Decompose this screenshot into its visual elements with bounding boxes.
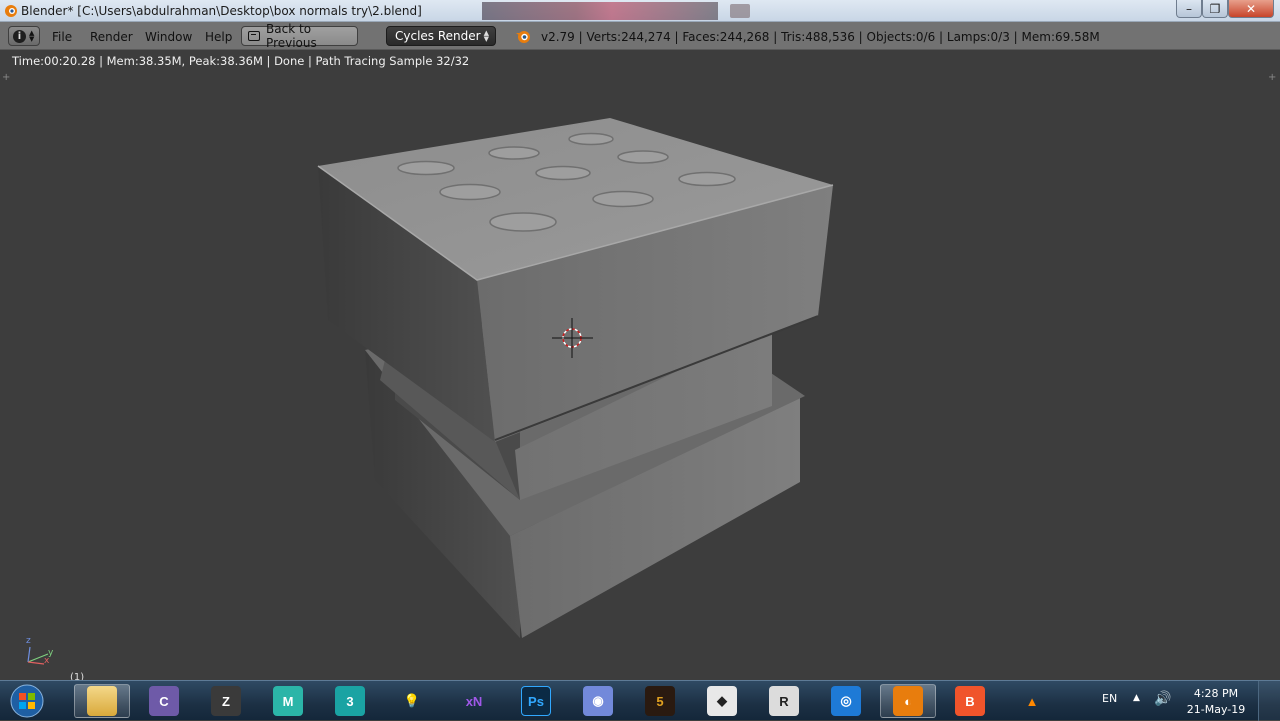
chevron-updown-icon: ▲ ▼ [483,29,489,43]
back-to-previous-label: Back to Previous [266,22,317,50]
warframe-icon: ◆ [707,686,737,716]
updown-arrows-icon: ▲ ▼ [29,29,35,43]
menu-render[interactable]: Render [90,30,133,44]
axis-label-x: x [44,656,50,666]
taskbar-app-button[interactable]: 5 [632,684,688,718]
taskbar-app-button[interactable]: R [756,684,812,718]
scene-statistics: v2.79 | Verts:244,274 | Faces:244,268 | … [541,30,1100,44]
taskbar-app-button[interactable]: ◐ [880,684,936,718]
blender-logo-icon [516,31,530,43]
taskbar-app-button[interactable]: 3 [322,684,378,718]
discord-icon: ◉ [583,686,613,716]
taskbar-app-button[interactable] [74,684,130,718]
maya-icon: M [273,686,303,716]
menu-help[interactable]: Help [205,30,232,44]
render-viewport[interactable]: Time:00:20.28 | Mem:38.35M, Peak:38.36M … [0,50,1280,683]
taskbar-app-button[interactable]: ◉ [570,684,626,718]
vlc-icon: ▲ [1025,693,1039,709]
taskbar-app-button[interactable]: Ps [508,684,564,718]
axis-label-z: z [26,636,31,646]
info-icon: i [13,29,26,43]
blender-app-icon [5,5,17,17]
obs-icon: R [769,686,799,716]
render-engine-select[interactable]: Cycles Render ▲ ▼ [386,26,496,46]
menu-window[interactable]: Window [145,30,192,44]
volume-icon[interactable]: 🔊 [1154,691,1171,707]
maximize-button[interactable]: ❐ [1202,0,1228,18]
start-button[interactable] [4,683,50,719]
window-title: Blender* [C:\Users\abdulrahman\Desktop\b… [21,4,422,18]
background-window-thumbnail [730,4,750,18]
minimize-button[interactable]: – [1176,0,1202,18]
clock-date: 21-May-19 [1186,703,1246,716]
back-icon [248,31,261,41]
taskbar-app-button[interactable]: Z [198,684,254,718]
lightbulb-icon: 💡 [403,693,421,708]
taskbar-app-button[interactable]: C [136,684,192,718]
rendered-box-model [27,118,834,665]
taskbar-app-button[interactable]: B [942,684,998,718]
area-split-corner-icon[interactable]: + [2,72,10,83]
info-header: i ▲ ▼ File Render Window Help Back to Pre… [0,22,1280,50]
window-titlebar: Blender* [C:\Users\abdulrahman\Desktop\b… [0,0,1280,22]
zbrush-icon: Z [211,686,241,716]
taskbar-app-button[interactable]: ◆ [694,684,750,718]
menu-file[interactable]: File [52,30,72,44]
show-desktop-button[interactable] [1258,681,1280,721]
render-status-info: Time:00:20.28 | Mem:38.35M, Peak:38.36M … [12,54,470,68]
tray-expand-icon[interactable]: ▲ [1133,693,1140,703]
3dsmax-icon: 3 [335,686,365,716]
xnormal-icon: xN [465,693,483,709]
language-indicator[interactable]: EN [1102,692,1117,705]
file-explorer-icon [87,686,117,716]
area-split-corner-icon[interactable]: + [1268,72,1276,83]
taskbar-app-button[interactable]: ▲ [1004,684,1060,718]
photos-icon: ◎ [831,686,861,716]
taskbar-clock[interactable]: 4:28 PM 21-May-19 [1180,686,1252,718]
taskbar-app-button[interactable]: ◎ [818,684,874,718]
editor-type-button[interactable]: i ▲ ▼ [8,26,40,46]
game-launcher-icon: 5 [645,686,675,716]
background-window-thumbnail [482,2,718,20]
taskbar-app-button[interactable]: xN [446,684,502,718]
blender-icon: ◐ [893,686,923,716]
windows-taskbar: C Z M 3 💡 xN Ps ◉ 5 ◆ R ◎ ◐ B ▲ EN ▲ 🔊 4:28 PM 21-May-… [0,680,1280,721]
cyberlink-icon: C [149,686,179,716]
photoshop-icon: Ps [521,686,551,716]
brave-icon: B [955,686,985,716]
taskbar-app-button[interactable]: 💡 [384,684,440,718]
taskbar-app-button[interactable]: M [260,684,316,718]
clock-time: 4:28 PM [1193,687,1239,700]
back-to-previous-button[interactable]: Back to Previous [241,22,358,50]
render-engine-value: Cycles Render [395,29,481,43]
close-button[interactable]: ✕ [1228,0,1274,18]
